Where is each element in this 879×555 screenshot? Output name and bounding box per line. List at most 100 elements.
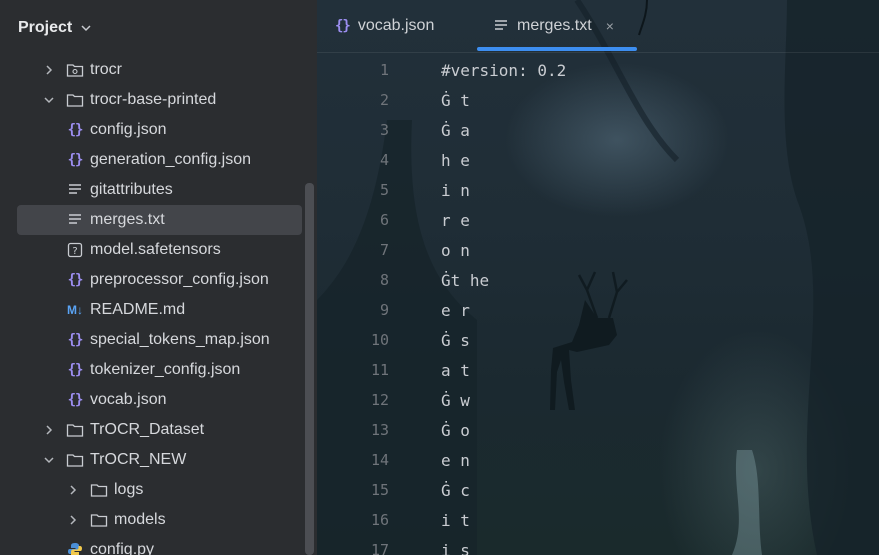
- line-number: 16: [370, 511, 389, 529]
- tree-item[interactable]: {} tokenizer_config.json: [0, 355, 317, 385]
- active-tab-indicator: [477, 47, 637, 51]
- line-number: 7: [379, 241, 389, 259]
- folder-icon: [66, 451, 84, 469]
- json-braces-icon: {}: [67, 152, 84, 168]
- line-number: 1: [379, 61, 389, 79]
- code-line[interactable]: 10 Ġ s: [317, 325, 879, 355]
- line-number: 14: [370, 451, 389, 469]
- json-braces-icon: {}: [67, 362, 84, 378]
- line-text: r e: [441, 210, 470, 230]
- line-number: 12: [370, 391, 389, 409]
- code-line[interactable]: 13 Ġ o: [317, 415, 879, 445]
- tree-item[interactable]: trocr: [0, 55, 317, 85]
- tab-label: merges.txt: [517, 17, 592, 34]
- tree-item[interactable]: config.py: [0, 535, 317, 555]
- line-text: #version: 0.2: [441, 60, 567, 80]
- tree-item-label: tokenizer_config.json: [90, 361, 241, 378]
- text-file-icon: [495, 20, 507, 30]
- tree-item-label: models: [114, 511, 166, 528]
- file-tree: trocr trocr-base-printed {} config.json {} ge…: [0, 55, 317, 555]
- tree-item[interactable]: {} preprocessor_config.json: [0, 265, 317, 295]
- line-text: Ġ t: [441, 90, 470, 110]
- tree-item[interactable]: {} generation_config.json: [0, 145, 317, 175]
- code-line[interactable]: 15 Ġ c: [317, 475, 879, 505]
- line-text: h e: [441, 150, 470, 170]
- folder-icon: [66, 61, 84, 79]
- tree-item[interactable]: TrOCR_NEW: [0, 445, 317, 475]
- json-braces-icon: {}: [67, 272, 84, 288]
- code-line[interactable]: 8 Ġt he: [317, 265, 879, 295]
- chevron-right-icon[interactable]: [42, 423, 56, 437]
- tree-item-label: trocr: [90, 61, 122, 78]
- tree-item-label: config.py: [90, 541, 155, 555]
- tree-item-label: model.safetensors: [90, 241, 221, 258]
- chevron-right-icon[interactable]: [66, 513, 80, 527]
- tab-merges-txt[interactable]: merges.txt ×: [493, 0, 614, 52]
- tree-item[interactable]: {} config.json: [0, 115, 317, 145]
- code-view[interactable]: 1 #version: 0.2 2 Ġ t 3 Ġ a 4 h e 5 i n 6 r e 7 o n 8 Ġ…: [317, 55, 879, 555]
- code-line[interactable]: 11 a t: [317, 355, 879, 385]
- tree-item[interactable]: merges.txt: [0, 205, 317, 235]
- line-number: 4: [379, 151, 389, 169]
- chevron-right-icon[interactable]: [42, 63, 56, 77]
- code-line[interactable]: 3 Ġ a: [317, 115, 879, 145]
- folder-icon: [66, 421, 84, 439]
- code-line[interactable]: 6 r e: [317, 205, 879, 235]
- line-text: e r: [441, 300, 470, 320]
- tree-item[interactable]: M↓ README.md: [0, 295, 317, 325]
- code-line[interactable]: 16 i t: [317, 505, 879, 535]
- json-braces-icon: {}: [67, 332, 84, 348]
- project-header[interactable]: Project: [0, 0, 317, 56]
- tree-item-label: preprocessor_config.json: [90, 271, 269, 288]
- code-line[interactable]: 14 e n: [317, 445, 879, 475]
- line-number: 2: [379, 91, 389, 109]
- python-icon: [66, 541, 84, 555]
- chevron-down-icon[interactable]: [80, 22, 92, 34]
- tree-item[interactable]: trocr-base-printed: [0, 85, 317, 115]
- line-text: Ġ w: [441, 390, 470, 410]
- line-number: 6: [379, 211, 389, 229]
- chevron-down-icon[interactable]: [42, 93, 56, 107]
- unknown-file-icon: ?: [66, 241, 84, 259]
- code-line[interactable]: 12 Ġ w: [317, 385, 879, 415]
- project-title[interactable]: Project: [18, 19, 72, 37]
- code-line[interactable]: 5 i n: [317, 175, 879, 205]
- tree-item-label: logs: [114, 481, 144, 498]
- tree-item[interactable]: logs: [0, 475, 317, 505]
- line-number: 15: [370, 481, 389, 499]
- line-number: 9: [379, 301, 389, 319]
- code-line[interactable]: 7 o n: [317, 235, 879, 265]
- tree-item[interactable]: {} special_tokens_map.json: [0, 325, 317, 355]
- code-line[interactable]: 9 e r: [317, 295, 879, 325]
- chevron-right-icon[interactable]: [66, 483, 80, 497]
- line-text: Ġt he: [441, 270, 490, 290]
- tree-item-label: trocr-base-printed: [90, 91, 217, 108]
- line-text: o n: [441, 240, 470, 260]
- tree-item[interactable]: ? model.safetensors: [0, 235, 317, 265]
- text-file-icon: [66, 211, 84, 229]
- tree-item-label: special_tokens_map.json: [90, 331, 270, 348]
- code-line[interactable]: 2 Ġ t: [317, 85, 879, 115]
- line-number: 10: [370, 331, 389, 349]
- folder-icon: [90, 511, 108, 529]
- code-line[interactable]: 17 i s: [317, 535, 879, 555]
- code-line[interactable]: 1 #version: 0.2: [317, 55, 879, 85]
- sidebar-scrollbar[interactable]: [305, 183, 314, 555]
- json-braces-icon: {}: [67, 392, 84, 408]
- line-number: 8: [379, 271, 389, 289]
- close-icon[interactable]: ×: [606, 18, 614, 34]
- tree-item[interactable]: gitattributes: [0, 175, 317, 205]
- line-text: i n: [441, 180, 470, 200]
- line-number: 5: [379, 181, 389, 199]
- svg-text:?: ?: [72, 246, 77, 257]
- markdown-icon: M↓: [67, 303, 83, 317]
- tab-vocab-json[interactable]: {} vocab.json: [335, 0, 434, 52]
- chevron-down-icon[interactable]: [42, 453, 56, 467]
- tree-item[interactable]: TrOCR_Dataset: [0, 415, 317, 445]
- line-text: a t: [441, 360, 470, 380]
- tree-item[interactable]: models: [0, 505, 317, 535]
- tree-item[interactable]: {} vocab.json: [0, 385, 317, 415]
- code-line[interactable]: 4 h e: [317, 145, 879, 175]
- tree-item-label: README.md: [90, 301, 186, 318]
- project-sidebar: Project trocr trocr-base-printed {} config.…: [0, 0, 317, 555]
